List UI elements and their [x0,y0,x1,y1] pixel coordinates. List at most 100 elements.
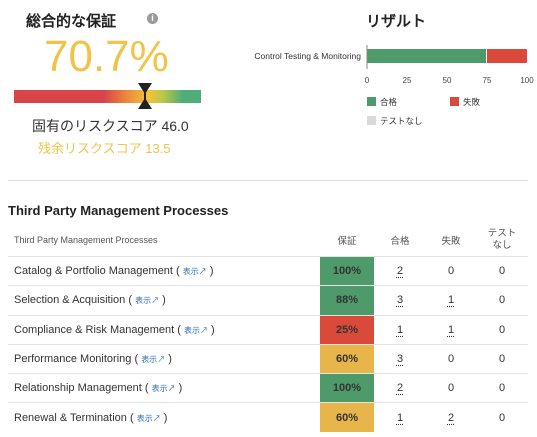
chart-tick-label: 75 [483,76,492,85]
process-name-cell: Catalog & Portfolio Management ( 表示↗ ) [8,255,320,286]
paren-close: ) [162,294,166,307]
process-name-cell: Selection & Acquisition ( 表示↗ ) [8,285,320,316]
legend-label: テストなし [380,116,423,126]
external-link-icon[interactable]: ↗ [157,355,165,364]
process-name: Renewal & Termination [14,411,127,424]
header-untested-label: テストなし [487,228,517,251]
table-row: Compliance & Risk Management ( 表示↗ ) 25% 1… [8,314,528,345]
risk-gauge-bar [14,90,201,103]
table-header-row: Third Party Management Processes 保証 合格 失… [8,224,528,257]
process-name-cell: Renewal & Termination ( 表示↗ ) [8,402,320,432]
assurance-cell: 60% [320,402,374,432]
pass-count-cell: 2 [374,373,426,403]
chart-tick-label: 25 [403,76,412,85]
results-title: リザルト [366,13,427,30]
paren-open: ( [144,382,149,395]
assurance-cell: 100% [320,255,374,286]
chart-category-label: Control Testing & Monitoring [254,51,361,61]
paren-close: ) [209,265,214,278]
header-assurance: 保証 [337,236,357,247]
fail-count-cell: 0 [426,343,476,374]
legend-swatch [367,97,376,106]
view-link[interactable]: 表示 [184,326,200,335]
fail-count-link[interactable]: 2 [448,412,454,424]
pass-count-cell: 3 [374,343,426,374]
fail-count-link[interactable]: 1 [448,324,454,336]
assurance-cell: 60% [320,343,374,374]
fail-count-cell: 0 [426,373,476,403]
inherent-risk-score: 固有のリスクスコア 46.0 [32,118,189,134]
untested-count-cell: 0 [476,343,528,374]
assurance-cell: 100% [320,373,374,403]
table-row: Catalog & Portfolio Management ( 表示↗ ) 10… [8,255,528,286]
external-link-icon[interactable]: ↗ [200,326,208,335]
section-title: Third Party Management Processes [8,203,229,218]
external-link-icon[interactable]: ↗ [199,267,207,276]
process-name: Compliance & Risk Management [14,323,175,336]
fail-count-cell: 0 [426,255,476,286]
view-link[interactable]: 表示 [152,384,168,393]
table-row: Renewal & Termination ( 表示↗ ) 60% 1 2 0 [8,402,528,432]
section-divider [8,180,528,181]
table-row: Relationship Management ( 表示↗ ) 100% 2 0 0 [8,373,528,403]
paren-open: ( [176,265,180,278]
processes-table: Third Party Management Processes 保証 合格 失… [8,224,528,432]
process-name-cell: Performance Monitoring ( 表示↗ ) [8,343,320,374]
process-name: Relationship Management [14,382,142,395]
pass-count-link[interactable]: 3 [397,353,403,365]
view-link[interactable]: 表示 [183,267,199,276]
process-name: Selection & Acquisition [14,294,126,307]
pass-count-cell: 2 [374,255,426,286]
gauge-marker-icon [138,83,152,109]
info-icon[interactable]: i [147,13,158,24]
pass-count-link[interactable]: 2 [397,265,403,277]
chart-tick-label: 50 [443,76,452,85]
overall-assurance-title: 総合的な保証 [26,13,117,30]
fail-count: 0 [447,265,455,278]
fail-count: 0 [447,353,455,366]
paren-open: ( [177,323,181,336]
pass-count-cell: 1 [374,314,426,345]
view-link[interactable]: 表示 [141,355,157,364]
chart-tick-label: 0 [365,76,370,85]
fail-count-cell: 1 [426,314,476,345]
pass-count-link[interactable]: 1 [397,324,403,336]
paren-close: ) [163,411,168,424]
process-name-cell: Relationship Management ( 表示↗ ) [8,373,320,403]
process-name: Catalog & Portfolio Management [14,265,173,278]
untested-count-cell: 0 [476,314,528,345]
pass-count-link[interactable]: 2 [397,382,403,394]
results-chart: Control Testing & Monitoring 0 25 50 75 100 合格… [254,45,534,126]
assurance-cell: 25% [320,314,374,345]
header-process: Third Party Management Processes [14,235,158,245]
legend-swatch [367,116,376,125]
pass-count-link[interactable]: 1 [397,412,403,424]
chart-bar-pass[interactable] [367,49,486,63]
pass-count-cell: 3 [374,285,426,316]
external-link-icon[interactable]: ↗ [153,414,161,423]
paren-open: ( [134,353,139,366]
legend-swatch [450,97,459,106]
view-link[interactable]: 表示 [137,414,153,423]
table-row: Performance Monitoring ( 表示↗ ) 60% 3 0 0 [8,343,528,374]
paren-open: ( [128,294,133,307]
chart-tick-label: 100 [520,76,534,85]
untested-count-cell: 0 [476,373,528,403]
view-link[interactable]: 表示 [135,296,151,305]
table-row: Selection & Acquisition ( 表示↗ ) 88% 3 1 0 [8,285,528,316]
paren-close: ) [168,353,172,366]
pass-count-cell: 1 [374,402,426,432]
header-fail: 失敗 [441,236,461,247]
fail-count-link[interactable]: 1 [448,294,454,306]
external-link-icon[interactable]: ↗ [151,296,159,305]
chart-bar-fail[interactable] [487,49,527,63]
overall-assurance-value: 70.7% [44,32,169,81]
paren-open: ( [129,411,134,424]
legend-label: 失敗 [463,97,481,107]
external-link-icon[interactable]: ↗ [168,384,176,393]
pass-count-link[interactable]: 3 [397,294,403,306]
paren-close: ) [211,323,215,336]
process-name: Performance Monitoring [14,353,132,366]
residual-risk-score: 残余リスクスコア 13.5 [38,141,171,156]
header-untested: テストなし [476,224,528,257]
